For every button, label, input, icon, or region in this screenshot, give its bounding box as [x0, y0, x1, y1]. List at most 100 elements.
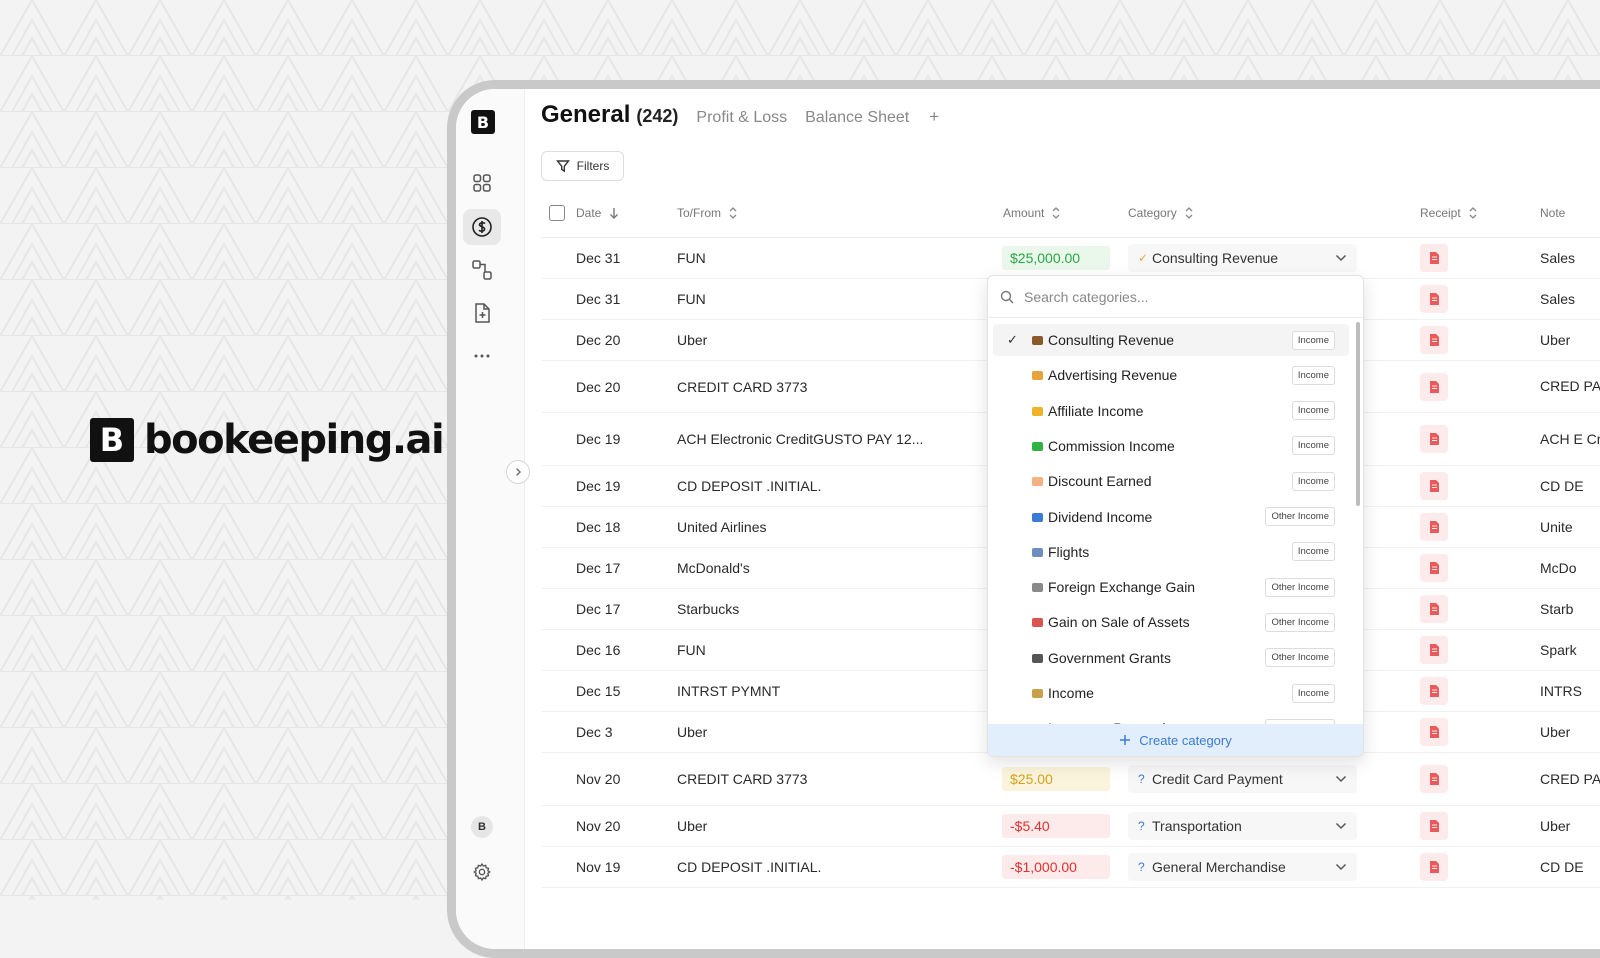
receipt-icon [1430, 480, 1439, 492]
row-category-select[interactable]: ? General Merchandise [1128, 847, 1357, 887]
select-all-checkbox[interactable] [549, 205, 565, 221]
receipt-button[interactable] [1420, 372, 1448, 401]
category-option[interactable]: Gain on Sale of Assets Other Income [993, 606, 1349, 638]
receipt-button[interactable] [1420, 718, 1448, 746]
row-note[interactable]: Starb [1540, 589, 1600, 629]
receipt-button[interactable] [1420, 554, 1448, 582]
row-receipt [1420, 712, 1448, 752]
receipt-button[interactable] [1420, 677, 1448, 705]
row-note[interactable]: INTRS [1540, 671, 1600, 711]
category-option[interactable]: Advertising Revenue Income [993, 359, 1349, 391]
table-row[interactable]: Dec 31 FUN $25,000.00 ✓ Consulting Revenue Sa… [541, 238, 1600, 279]
row-amount[interactable]: -$1,000.00 [1002, 847, 1110, 887]
category-option[interactable]: Dividend Income Other Income [993, 501, 1349, 533]
sidebar-item-more[interactable] [463, 338, 501, 374]
receipt-button[interactable] [1420, 472, 1448, 500]
column-amount-label: Amount [1003, 206, 1045, 220]
row-amount[interactable]: -$5.40 [1002, 806, 1110, 846]
receipt-icon [1430, 252, 1439, 264]
receipt-button[interactable] [1420, 812, 1448, 840]
tab-balance-sheet[interactable]: Balance Sheet [805, 109, 909, 127]
receipt-button[interactable] [1420, 244, 1448, 272]
row-date: Nov 20 [576, 818, 621, 834]
sidebar-item-dashboard[interactable] [463, 165, 501, 201]
row-note[interactable]: CD DE [1540, 847, 1600, 887]
column-header-category[interactable]: Category [1128, 206, 1193, 220]
receipt-button[interactable] [1420, 595, 1448, 623]
row-note[interactable]: Sales [1540, 279, 1600, 319]
brand-name: bookeeping.ai [144, 417, 445, 463]
column-header-note[interactable]: Note [1540, 206, 1565, 220]
sidebar-item-settings[interactable] [463, 854, 501, 890]
row-date: Dec 3 [576, 724, 613, 740]
filters-button[interactable]: Filters [541, 151, 624, 181]
megaphone-icon [1029, 368, 1045, 382]
gear-icon [473, 862, 491, 882]
tab-profit-loss[interactable]: Profit & Loss [696, 109, 787, 127]
row-note[interactable]: ACH E Credi [1540, 413, 1600, 465]
category-option[interactable]: Discount Earned Income [993, 465, 1349, 497]
table-row[interactable]: Nov 19 CD DEPOSIT .INITIAL. -$1,000.00? Gen… [541, 847, 1600, 888]
category-option[interactable]: Affiliate Income Income [993, 395, 1349, 427]
row-category-select[interactable]: ✓ Consulting Revenue [1128, 238, 1357, 278]
receipt-icon [1430, 562, 1439, 574]
row-category-select[interactable]: ? Transportation [1128, 806, 1357, 846]
category-option-label: Flights [1048, 543, 1090, 560]
sidebar-logo[interactable]: B [471, 110, 495, 134]
row-note[interactable]: Unite [1540, 507, 1600, 547]
receipt-button[interactable] [1420, 636, 1448, 664]
sort-descending-icon [610, 208, 619, 219]
chevron-right-icon [515, 467, 522, 477]
row-category-select[interactable]: ? Credit Card Payment [1128, 753, 1357, 805]
row-note[interactable]: Uber [1540, 320, 1600, 360]
column-header-to-from[interactable]: To/From [677, 206, 737, 220]
row-note[interactable]: Sales [1540, 238, 1600, 278]
sidebar-item-documents[interactable] [463, 295, 501, 331]
row-date: Dec 15 [576, 683, 621, 699]
category-value: Credit Card Payment [1152, 771, 1283, 787]
add-tab-button[interactable]: + [929, 107, 939, 127]
category-type-badge: Income [1291, 330, 1335, 350]
category-option[interactable]: Flights Income [993, 536, 1349, 568]
user-avatar[interactable]: B [471, 816, 493, 838]
category-options-list: ✓ Consulting Revenue Income Advertising Rev… [993, 322, 1353, 738]
column-header-receipt[interactable]: Receipt [1420, 206, 1477, 220]
category-option[interactable]: ✓ Consulting Revenue Income [993, 324, 1349, 356]
category-option[interactable]: Commission Income Income [993, 430, 1349, 462]
sidebar-item-transactions[interactable] [463, 209, 501, 245]
row-note[interactable]: CRED PAYM [1540, 753, 1600, 805]
row-note[interactable]: CRED PAYM [1540, 361, 1600, 412]
row-receipt [1420, 753, 1448, 805]
column-header-amount[interactable]: Amount [1003, 206, 1060, 220]
receipt-button[interactable] [1420, 765, 1448, 793]
receipt-button[interactable] [1420, 513, 1448, 541]
receipt-button[interactable] [1420, 285, 1448, 313]
amount-value: -$5.40 [1002, 814, 1110, 838]
row-date: Nov 20 [576, 771, 621, 787]
row-amount[interactable]: $25.00 [1002, 753, 1110, 805]
category-search-input[interactable] [1022, 287, 1326, 306]
receipt-icon [1430, 726, 1439, 738]
receipt-icon [1430, 861, 1439, 873]
category-option[interactable]: Income Income [993, 677, 1349, 709]
row-receipt [1420, 361, 1448, 412]
row-amount[interactable]: $25,000.00 [1002, 238, 1110, 278]
row-note[interactable]: McDo [1540, 548, 1600, 588]
table-row[interactable]: Nov 20 Uber -$5.40? Transportation Uber [541, 806, 1600, 847]
receipt-button[interactable] [1420, 326, 1448, 354]
expand-sidebar-button[interactable] [506, 460, 530, 484]
row-note[interactable]: Spark [1540, 630, 1600, 670]
receipt-button[interactable] [1420, 853, 1448, 881]
row-note[interactable]: Uber [1540, 712, 1600, 752]
sidebar-item-workflows[interactable] [463, 252, 501, 288]
receipt-button[interactable] [1420, 425, 1448, 453]
row-date: Dec 19 [576, 431, 621, 447]
category-option[interactable]: Foreign Exchange Gain Other Income [993, 571, 1349, 603]
category-list-scrollbar[interactable] [1356, 322, 1360, 506]
category-option[interactable]: Government Grants Other Income [993, 642, 1349, 674]
row-note[interactable]: CD DE [1540, 466, 1600, 506]
row-note[interactable]: Uber [1540, 806, 1600, 846]
create-category-button[interactable]: Create category [988, 724, 1363, 756]
column-header-date[interactable]: Date [576, 206, 619, 220]
table-row[interactable]: Nov 20 CREDIT CARD 3773 $25.00? Credit Card… [541, 753, 1600, 806]
